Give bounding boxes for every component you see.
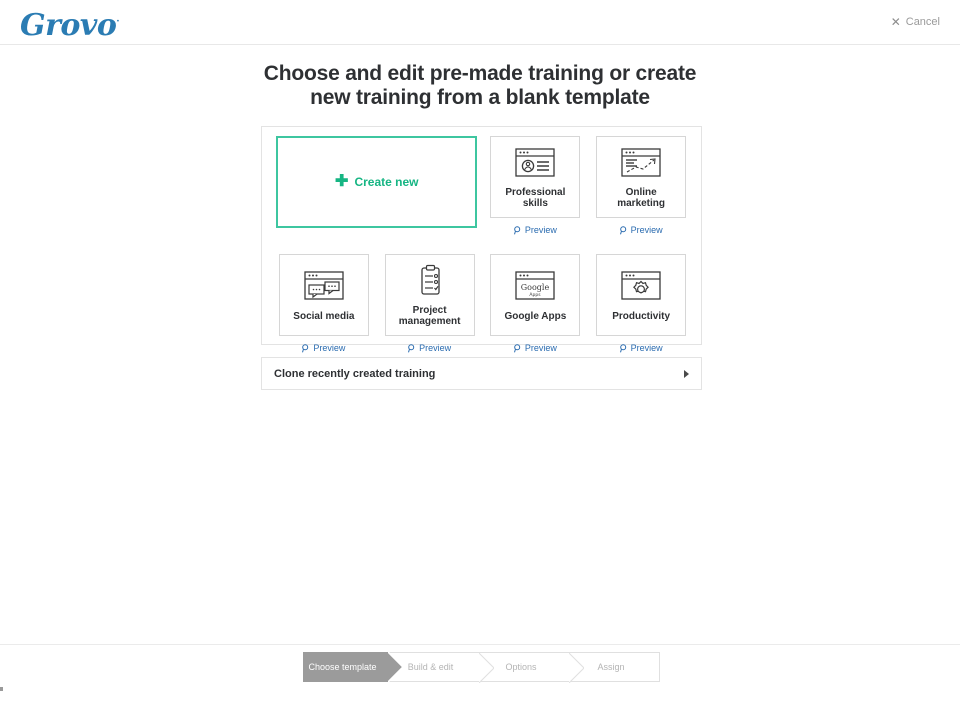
magnifier-icon	[513, 225, 521, 234]
create-new-cell: ✚ Create new	[271, 136, 483, 244]
grovo-logo[interactable]: Grovo·	[20, 4, 119, 44]
preview-link-google-apps[interactable]: Preview	[513, 343, 557, 353]
preview-link-project-management[interactable]: Preview	[408, 343, 451, 353]
close-icon: ✕	[890, 15, 901, 29]
edge-marker	[0, 687, 3, 691]
clone-row-label: Clone recently created training	[274, 367, 436, 380]
logo-text: Grovo	[20, 8, 117, 43]
chevron-right-icon	[684, 369, 689, 378]
template-grid: ✚ Create new Professional skills Preview…	[262, 127, 703, 362]
logo-tm: ·	[116, 17, 120, 27]
create-new-label: Create new	[354, 175, 419, 189]
page-title: Choose and edit pre-made training or cre…	[0, 62, 960, 110]
preview-link-social-media[interactable]: Preview	[302, 343, 345, 353]
wizard-step-label: Assign	[597, 662, 625, 672]
wizard-chevron-icon	[479, 653, 494, 683]
browser-google-apps-icon: Google Apps	[515, 269, 556, 303]
template-card-label: Google Apps	[504, 310, 567, 322]
magnifier-icon	[619, 225, 626, 234]
browser-trend-chart-icon	[621, 145, 661, 179]
wizard-step-label: Choose template	[308, 662, 377, 672]
cancel-button[interactable]: ✕ Cancel	[891, 16, 940, 28]
template-panel: ✚ Create new Professional skills Preview…	[261, 126, 702, 353]
template-cell: Online marketing Preview	[588, 136, 694, 235]
clipboard-checklist-icon	[410, 263, 450, 297]
preview-label: Preview	[524, 225, 557, 235]
template-card-online-marketing[interactable]: Online marketing	[596, 136, 687, 218]
magnifier-icon	[302, 343, 309, 352]
create-new-inner: ✚ Create new	[335, 174, 418, 190]
template-card-label: Productivity	[612, 310, 671, 322]
template-card-label: Project management	[398, 305, 461, 327]
template-cell: Productivity Preview	[588, 254, 694, 353]
google-apps-inner-bottom: Apps	[530, 292, 542, 298]
wizard-step-label: Build & edit	[407, 662, 454, 672]
browser-speech-bubbles-icon	[304, 269, 344, 303]
template-cell: Social media Preview	[271, 254, 377, 353]
template-row-2: Social media Preview Project management …	[271, 254, 694, 353]
magnifier-icon	[513, 343, 521, 352]
template-card-project-management[interactable]: Project management	[384, 254, 475, 336]
preview-label: Preview	[419, 343, 452, 353]
template-cell: Professional skills Preview	[483, 136, 589, 235]
magnifier-icon	[408, 343, 415, 352]
preview-link-productivity[interactable]: Preview	[619, 343, 663, 353]
template-card-productivity[interactable]: Productivity	[596, 254, 687, 336]
preview-label: Preview	[630, 343, 663, 353]
browser-person-list-icon	[515, 145, 556, 179]
app-header: Grovo· ✕ Cancel	[0, 0, 960, 45]
preview-label: Preview	[313, 343, 346, 353]
magnifier-icon	[619, 343, 626, 352]
plus-icon: ✚	[335, 173, 349, 190]
footer-divider	[0, 644, 960, 645]
google-apps-inner-top: Google	[521, 283, 550, 292]
template-cell: Project management Preview	[377, 254, 483, 353]
wizard-chevron-icon	[569, 653, 584, 683]
template-card-label: Social media	[293, 310, 355, 322]
template-card-google-apps[interactable]: Google Apps Google Apps	[490, 254, 581, 336]
cancel-label: Cancel	[905, 16, 940, 28]
preview-link-professional-skills[interactable]: Preview	[513, 225, 557, 235]
page-title-line-1: Choose and edit pre-made training or cre…	[263, 62, 697, 85]
template-card-label: Professional skills	[505, 187, 566, 209]
template-row-1: ✚ Create new Professional skills Preview…	[271, 136, 694, 244]
template-cell: Google Apps Google Apps Preview	[483, 254, 589, 353]
preview-link-online-marketing[interactable]: Preview	[619, 225, 663, 235]
wizard-breadcrumb: Choose template Build & edit Options Ass…	[303, 652, 660, 683]
browser-gear-icon	[621, 269, 661, 303]
preview-label: Preview	[630, 225, 663, 235]
page-title-line-2: new training from a blank template	[310, 86, 650, 109]
wizard-step-label: Options	[505, 662, 537, 672]
clone-recent-training-row[interactable]: Clone recently created training	[261, 357, 702, 390]
template-card-professional-skills[interactable]: Professional skills	[490, 136, 581, 218]
template-card-social-media[interactable]: Social media	[278, 254, 369, 336]
preview-label: Preview	[524, 343, 557, 353]
create-new-card[interactable]: ✚ Create new	[276, 136, 478, 228]
wizard-chevron-icon	[388, 652, 403, 682]
template-card-label: Online marketing	[617, 187, 666, 209]
wizard-step-choose-template[interactable]: Choose template	[303, 652, 403, 682]
